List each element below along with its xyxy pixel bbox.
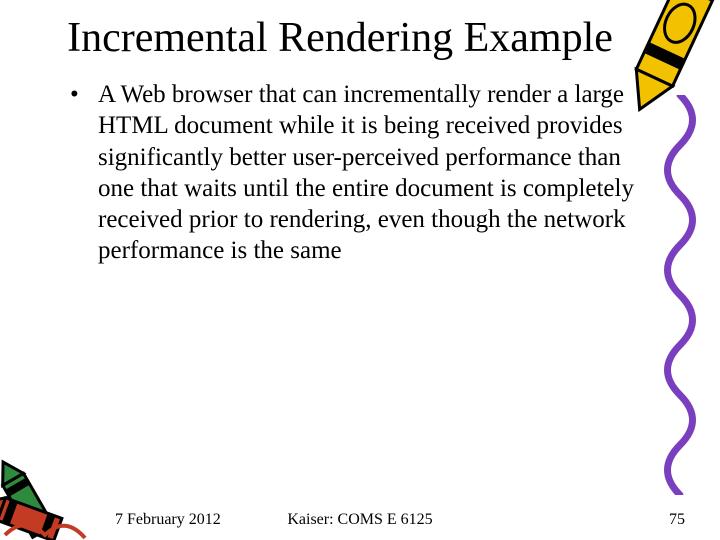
- footer-page: 75: [669, 511, 685, 529]
- slide-title: Incremental Rendering Example: [60, 15, 660, 61]
- footer-date: 7 February 2012: [115, 511, 221, 529]
- footer-mid: Kaiser: COMS E 6125: [287, 511, 432, 529]
- slide: Incremental Rendering Example A Web brow…: [0, 0, 720, 540]
- body-list: A Web browser that can incrementally ren…: [60, 79, 660, 267]
- crayons-decoration-icon: [0, 420, 120, 540]
- bullet-item: A Web browser that can incrementally ren…: [70, 79, 660, 267]
